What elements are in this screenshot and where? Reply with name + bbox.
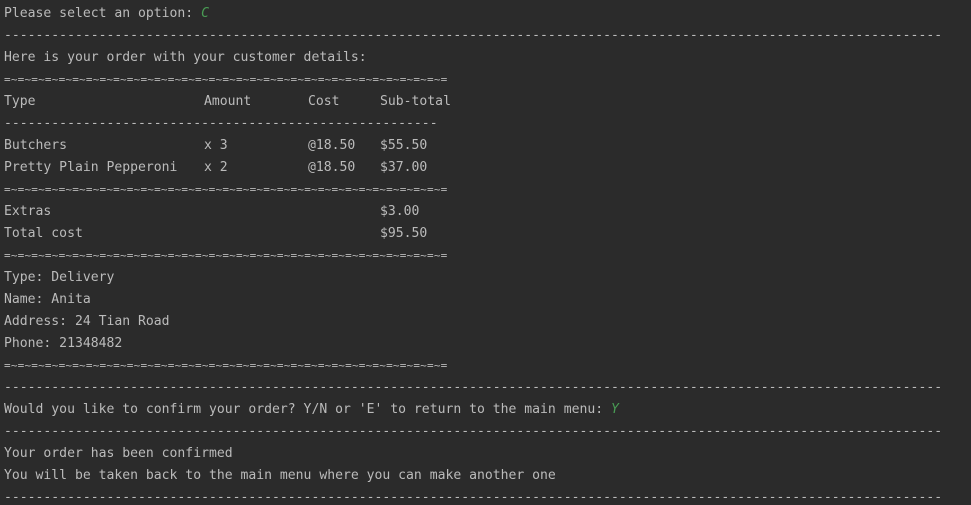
- customer-type: Type: Delivery: [4, 270, 115, 285]
- total-row: Total cost $95.50: [0, 223, 971, 245]
- prompt-text: Please select an option:: [4, 6, 202, 21]
- confirmation-message: Your order has been confirmed: [4, 446, 233, 461]
- extras-row: Extras $3.00: [0, 201, 971, 223]
- total-value: $95.50: [380, 226, 428, 241]
- separator-eq: =~=~=~=~=~=~=~=~=~=~=~=~=~=~=~=~=~=~=~=~…: [4, 73, 448, 86]
- confirm-prompt-input[interactable]: Y: [611, 402, 619, 417]
- separator-eq: =~=~=~=~=~=~=~=~=~=~=~=~=~=~=~=~=~=~=~=~…: [4, 249, 448, 262]
- separator-eq: =~=~=~=~=~=~=~=~=~=~=~=~=~=~=~=~=~=~=~=~…: [4, 359, 448, 372]
- total-label: Total cost: [4, 226, 83, 241]
- table-header-row: Type Amount Cost Sub-total: [0, 91, 971, 113]
- prompt-input[interactable]: C: [201, 6, 209, 21]
- separator: ----------------------------------------…: [4, 490, 943, 505]
- separator: ----------------------------------------…: [4, 28, 943, 43]
- confirm-prompt: Would you like to confirm your order? Y/…: [0, 399, 971, 421]
- row-type: Butchers: [4, 138, 68, 153]
- header-amount: Amount: [204, 94, 252, 109]
- separator-eq: =~=~=~=~=~=~=~=~=~=~=~=~=~=~=~=~=~=~=~=~…: [4, 183, 448, 196]
- table-row: Butchers x 3 @18.50 $55.50: [0, 135, 971, 157]
- customer-name: Name: Anita: [4, 292, 91, 307]
- header-type: Type: [4, 94, 36, 109]
- order-heading: Here is your order with your customer de…: [4, 50, 367, 65]
- row-type: Pretty Plain Pepperoni: [4, 160, 178, 175]
- select-option-prompt: Please select an option: C: [0, 3, 971, 25]
- header-subtotal: Sub-total: [380, 94, 451, 109]
- confirm-prompt-text: Would you like to confirm your order? Y/…: [4, 402, 611, 417]
- extras-value: $3.00: [380, 204, 420, 219]
- extras-label: Extras: [4, 204, 52, 219]
- row-amount: x 3: [204, 138, 228, 153]
- separator: ----------------------------------------…: [4, 380, 943, 395]
- customer-address: Address: 24 Tian Road: [4, 314, 170, 329]
- header-cost: Cost: [308, 94, 340, 109]
- row-amount: x 2: [204, 160, 228, 175]
- return-message: You will be taken back to the main menu …: [4, 468, 556, 483]
- row-subtotal: $37.00: [380, 160, 428, 175]
- customer-phone: Phone: 21348482: [4, 336, 123, 351]
- row-cost: @18.50: [308, 138, 356, 153]
- console-output: Please select an option: C -------------…: [0, 0, 971, 505]
- row-subtotal: $55.50: [380, 138, 428, 153]
- table-row: Pretty Plain Pepperoni x 2 @18.50 $37.00: [0, 157, 971, 179]
- separator-short: ----------------------------------------…: [4, 116, 438, 131]
- row-cost: @18.50: [308, 160, 356, 175]
- separator: ----------------------------------------…: [4, 424, 943, 439]
